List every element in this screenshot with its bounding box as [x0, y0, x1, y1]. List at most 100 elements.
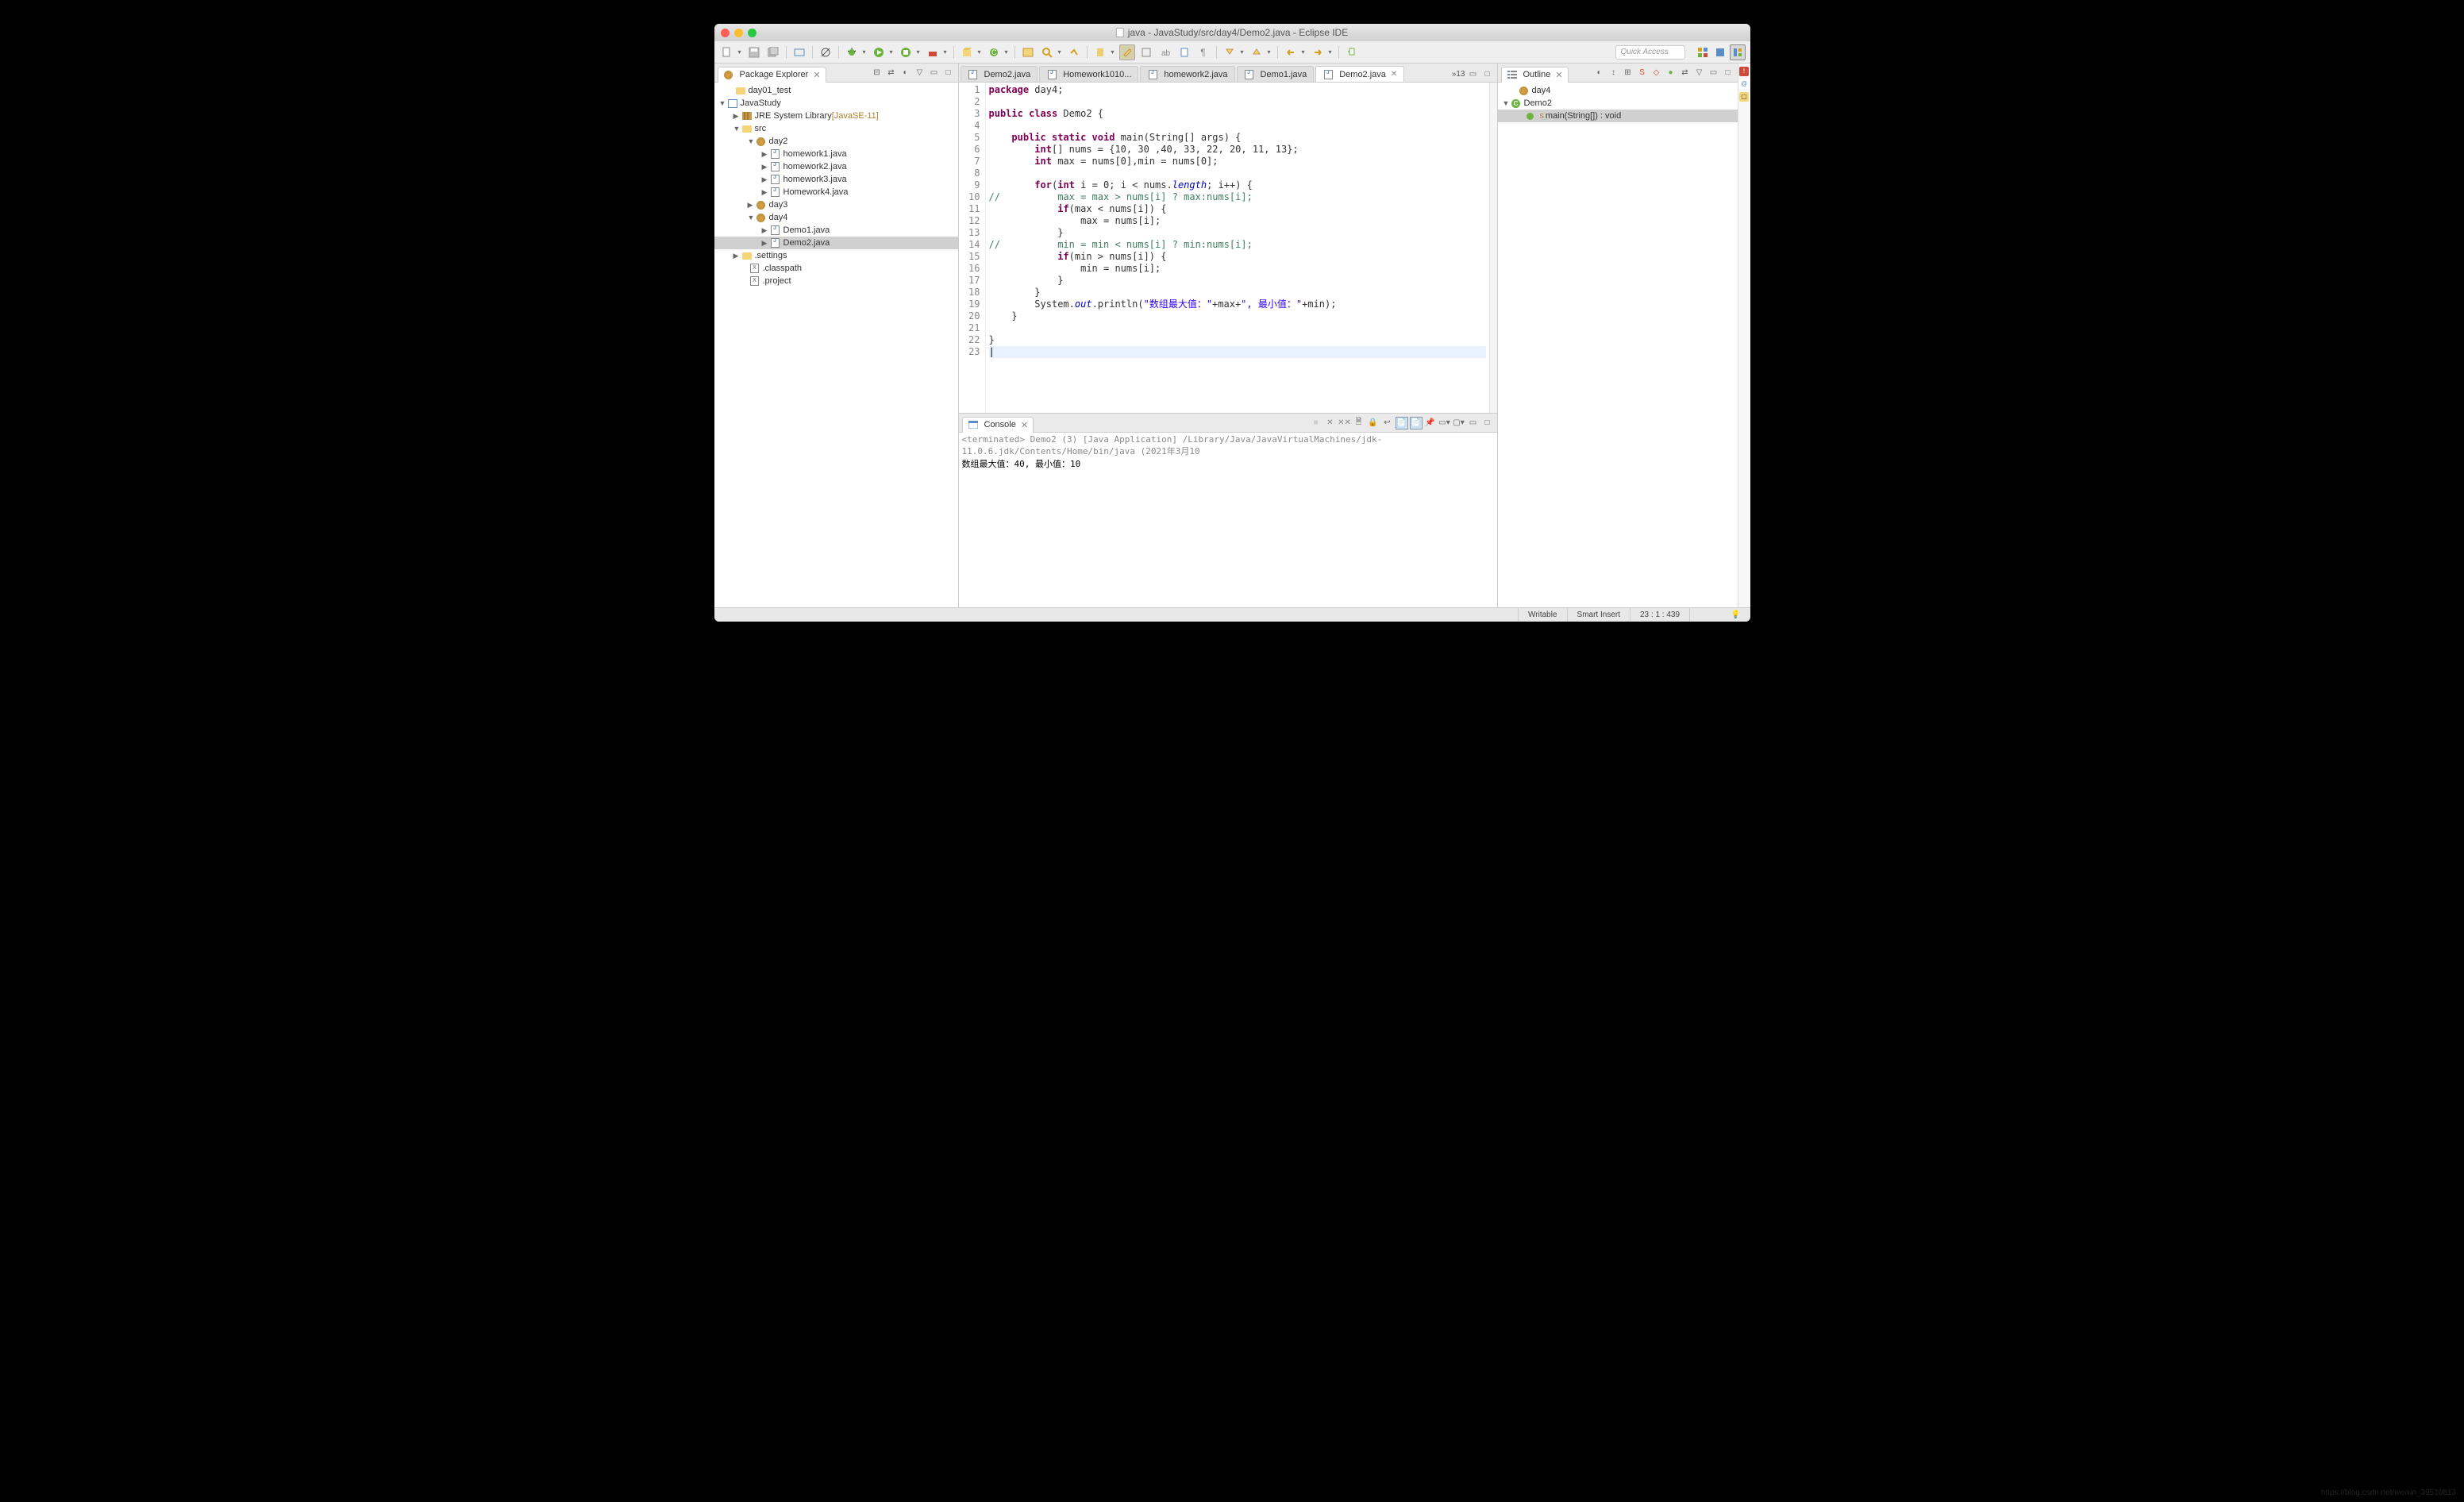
link-editor-button[interactable]: ⇄ [885, 67, 898, 79]
outline-item[interactable]: CDemo2 [1498, 97, 1738, 110]
tree-item[interactable]: day2 [714, 135, 958, 148]
java-perspective-button[interactable] [1712, 44, 1728, 60]
save-all-button[interactable] [765, 44, 781, 60]
code-editor[interactable]: 1234567891011121314151617181920212223 pa… [959, 83, 1497, 413]
editor-tab[interactable]: Demo2.java [961, 66, 1038, 82]
word-wrap-button[interactable]: ↩ [1381, 417, 1394, 429]
outline-item[interactable]: Smain(String[]) : void [1498, 110, 1738, 122]
tree-item[interactable]: X.classpath [714, 262, 958, 275]
coverage-button[interactable] [898, 44, 914, 60]
open-task-button[interactable] [1092, 44, 1108, 60]
show-selected-element-button[interactable] [1176, 44, 1192, 60]
at-icon[interactable]: @ [1739, 79, 1749, 89]
tree-item[interactable]: Demo2.java [714, 237, 958, 249]
tree-item[interactable]: day3 [714, 198, 958, 211]
outline-minimize-button[interactable]: ▭ [1707, 67, 1720, 79]
console-tab[interactable]: Console ✕ [962, 417, 1034, 433]
window-minimize-button[interactable] [734, 29, 743, 37]
console-output[interactable]: <terminated> Demo2 (3) [Java Application… [959, 433, 1497, 607]
toggle-block-selection-button[interactable] [1138, 44, 1154, 60]
editor-tab[interactable]: Demo1.java [1237, 66, 1315, 82]
toggle-highlight-button[interactable] [1119, 44, 1135, 60]
tree-item[interactable]: Homework4.java [714, 186, 958, 198]
toggle-mark-button[interactable] [1066, 44, 1082, 60]
tree-item[interactable]: day01_test [714, 84, 958, 97]
tree-item[interactable]: X.project [714, 275, 958, 287]
external-tools-button[interactable] [925, 44, 941, 60]
overflow-tabs[interactable]: »13 [1452, 70, 1465, 79]
pilcrow-button[interactable]: ¶ [1195, 44, 1211, 60]
search-button[interactable] [1039, 44, 1055, 60]
next-annotation-button[interactable] [1222, 44, 1238, 60]
remove-all-button[interactable]: ✕✕ [1338, 417, 1351, 429]
pin-editor-button[interactable] [1344, 44, 1360, 60]
show-console-on-err-button[interactable]: 📄 [1410, 417, 1423, 429]
outline-menu-button[interactable]: ▽ [1693, 67, 1706, 79]
debug-button[interactable] [844, 44, 860, 60]
editor-maximize-button[interactable]: □ [1481, 67, 1494, 80]
quick-access-input[interactable]: Quick Access [1615, 45, 1685, 60]
editor-tab[interactable]: Homework1010... [1039, 66, 1138, 82]
forward-button[interactable] [1310, 44, 1326, 60]
editor-tab[interactable]: homework2.java [1140, 66, 1234, 82]
pin-console-button[interactable]: 📌 [1424, 417, 1437, 429]
hide-local-button[interactable]: ● [1665, 67, 1677, 79]
minimize-view-button[interactable]: ▭ [928, 67, 941, 79]
tree-item[interactable]: homework1.java [714, 148, 958, 160]
outline-link-button[interactable]: ⇄ [1679, 67, 1692, 79]
run-button[interactable] [871, 44, 887, 60]
tasklist-icon[interactable]: ! [1739, 67, 1749, 76]
tree-item[interactable]: homework3.java [714, 173, 958, 186]
tree-item[interactable]: .settings [714, 249, 958, 262]
view-menu-button[interactable]: ▽ [914, 67, 926, 79]
prev-annotation-button[interactable] [1249, 44, 1265, 60]
collapse-all-button[interactable]: ⊟ [871, 67, 884, 79]
tree-item[interactable]: homework2.java [714, 160, 958, 173]
hide-nonpublic-button[interactable]: ◇ [1650, 67, 1663, 79]
open-console-button[interactable]: ▢▾ [1453, 417, 1465, 429]
show-console-on-out-button[interactable]: 📄 [1396, 417, 1408, 429]
display-selected-console-button[interactable]: ▭▾ [1438, 417, 1451, 429]
remove-launch-button[interactable]: ✕ [1324, 417, 1337, 429]
console-minimize-button[interactable]: ▭ [1467, 417, 1480, 429]
tree-item[interactable]: day4 [714, 211, 958, 224]
tree-item[interactable]: src [714, 122, 958, 135]
tree-item[interactable]: JRE System Library [JavaSE-11] [714, 110, 958, 122]
editor-minimize-button[interactable]: ▭ [1467, 67, 1480, 80]
save-button[interactable] [746, 44, 762, 60]
outline-item[interactable]: day4 [1498, 84, 1738, 97]
scroll-lock-button[interactable]: 🔒 [1367, 417, 1380, 429]
close-icon[interactable]: ✕ [1391, 70, 1397, 79]
open-type-button[interactable] [1020, 44, 1036, 60]
outline-sort-button[interactable]: ↕ [1607, 67, 1620, 79]
window-maximize-button[interactable] [748, 29, 757, 37]
package-explorer-tab[interactable]: Package Explorer ✕ [718, 67, 826, 83]
package-explorer-tree[interactable]: day01_testJavaStudyJRE System Library [J… [714, 83, 958, 607]
editor-tab[interactable]: Demo2.java✕ [1315, 66, 1404, 82]
hide-fields-button[interactable]: ⊞ [1622, 67, 1634, 79]
terminate-button[interactable]: ■ [1310, 417, 1322, 429]
outline-tab[interactable]: Outline ✕ [1501, 67, 1569, 83]
clear-console-button[interactable]: 🗎 [1353, 417, 1365, 429]
new-class-button[interactable]: C [986, 44, 1002, 60]
outline-tree[interactable]: day4CDemo2Smain(String[]) : void [1498, 83, 1738, 607]
toggle-breadcrumb-button[interactable] [791, 44, 807, 60]
hide-static-button[interactable]: S [1636, 67, 1649, 79]
outline-maximize-button[interactable]: □ [1722, 67, 1734, 79]
tip-icon[interactable]: 💡 [1721, 608, 1750, 622]
new-button[interactable] [719, 44, 735, 60]
focus-task-button[interactable]: ◐ [899, 67, 912, 79]
back-button[interactable] [1283, 44, 1299, 60]
outline-focus-button[interactable]: ◐ [1593, 67, 1606, 79]
tree-item[interactable]: JavaStudy [714, 97, 958, 110]
box-icon[interactable]: ▢ [1739, 92, 1749, 102]
tree-item[interactable]: Demo1.java [714, 224, 958, 237]
show-whitespace-button[interactable]: ab [1157, 44, 1173, 60]
new-package-button[interactable] [959, 44, 975, 60]
open-perspective-button[interactable] [1695, 44, 1711, 60]
window-close-button[interactable] [721, 29, 730, 37]
console-maximize-button[interactable]: □ [1481, 417, 1494, 429]
skip-breakpoints-button[interactable] [818, 44, 834, 60]
maximize-view-button[interactable]: □ [942, 67, 955, 79]
debug-perspective-button[interactable] [1730, 44, 1746, 60]
